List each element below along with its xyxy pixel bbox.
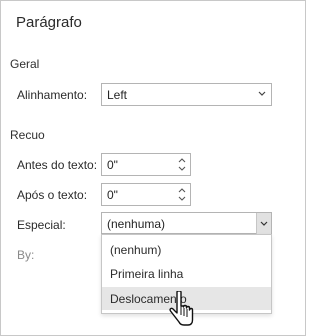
option-primeira-linha[interactable]: Primeira linha xyxy=(102,262,271,285)
antes-label: Antes do texto: xyxy=(17,158,98,172)
especial-label: Especial: xyxy=(17,218,66,232)
alinhamento-label: Alinhamento: xyxy=(17,88,88,102)
section-heading-recuo: Recuo xyxy=(10,128,45,142)
antes-value: 0" xyxy=(107,158,118,172)
alinhamento-select[interactable]: Left xyxy=(101,83,272,106)
especial-select[interactable]: (nenhuma) xyxy=(101,212,272,234)
spinner-arrows-icon[interactable] xyxy=(176,185,188,204)
section-heading-geral: Geral xyxy=(10,57,40,71)
apos-spinner[interactable]: 0" xyxy=(101,183,191,206)
chevron-down-icon xyxy=(258,91,266,96)
apos-value: 0" xyxy=(107,188,118,202)
alinhamento-value: Left xyxy=(107,88,128,102)
option-nenhum[interactable]: (nenhum) xyxy=(102,238,271,261)
especial-value: (nenhuma) xyxy=(107,217,166,231)
spinner-arrows-icon[interactable] xyxy=(176,155,188,174)
apos-label: Após o texto: xyxy=(17,188,88,202)
paragraph-dialog: Parágrafo Geral Alinhamento: Left Recuo … xyxy=(0,0,306,336)
mouse-pointer-icon xyxy=(169,291,194,326)
dropdown-toggle[interactable] xyxy=(256,213,271,234)
chevron-down-icon xyxy=(260,221,268,226)
by-label: By: xyxy=(17,248,35,262)
dialog-title: Parágrafo xyxy=(16,14,82,31)
antes-spinner[interactable]: 0" xyxy=(101,153,191,176)
